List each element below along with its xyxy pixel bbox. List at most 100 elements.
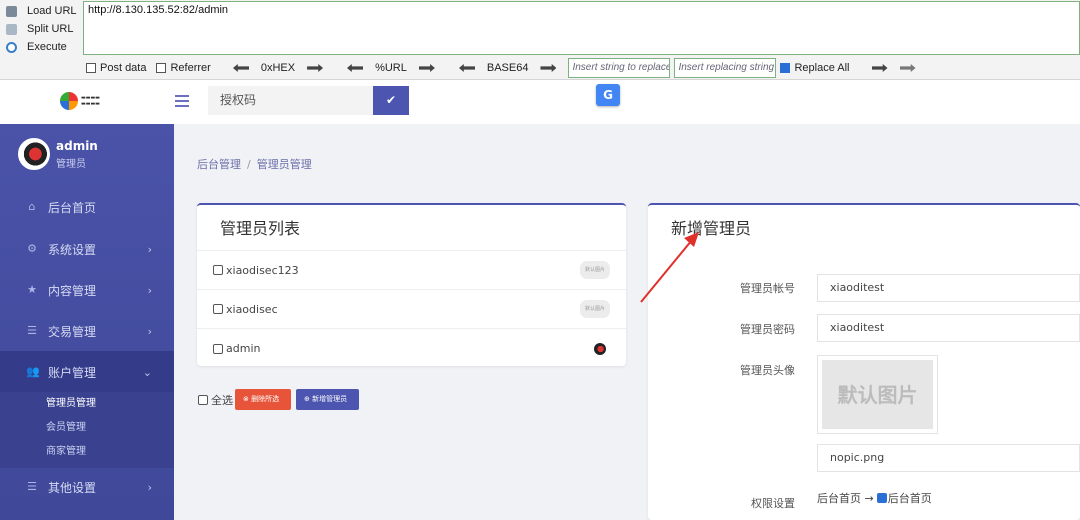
base64-decode-arrow-icon[interactable] (459, 64, 475, 72)
sidebar-item-system[interactable]: ⚙ 系统设置 › (0, 228, 174, 270)
chevron-right-icon: › (147, 480, 152, 494)
sidebar-item-label: 后台首页 (48, 200, 97, 215)
load-url-button[interactable]: Load URL (6, 2, 82, 20)
chevron-right-icon: › (147, 242, 152, 256)
table-row: admin (197, 329, 626, 368)
company-logo: ▬▬▬▬ ▬▬▬▬ (60, 92, 100, 110)
permission-item-label: 后台首页 (887, 492, 932, 505)
hackbar-options: Post data Referrer 0xHEX %URL BASE64 Ins… (86, 58, 928, 78)
account-field[interactable]: xiaoditest (817, 274, 1080, 302)
sidebar-subitem-admin[interactable]: 管理员管理 (0, 392, 174, 416)
replace-all-box[interactable] (780, 63, 791, 73)
replace-arrow-icon[interactable] (871, 64, 888, 72)
sidebar: admin 管理员 ⌂ 后台首页 ⚙ 系统设置 › ★ 内容管理 › ☰ 交易管… (0, 124, 174, 520)
replace-all-checkbox[interactable]: Replace All (780, 62, 850, 74)
admin-name: xiaodisec123 (226, 263, 299, 277)
replacing-string-input[interactable]: Insert replacing string (674, 58, 777, 78)
delete-selected-button[interactable]: ⊗ 删除所选 (235, 389, 291, 410)
sidebar-item-other[interactable]: ☰ 其他设置 › (0, 466, 174, 508)
breadcrumb-current: 管理员管理 (256, 158, 312, 171)
user-name: admin (56, 138, 98, 153)
row-checkbox[interactable] (213, 265, 223, 275)
split-url-button[interactable]: Split URL (6, 20, 82, 38)
execute-button[interactable]: Execute (6, 38, 82, 56)
referrer-checkbox[interactable]: Referrer (156, 62, 211, 74)
chevron-right-icon: › (147, 324, 152, 338)
select-all-box[interactable] (198, 395, 208, 405)
auth-code-input[interactable]: 授权码 (208, 86, 373, 115)
referrer-box[interactable] (156, 63, 167, 73)
sidebar-item-label: 账户管理 (48, 365, 97, 380)
base64-label: BASE64 (486, 62, 529, 74)
hackbar-actions: Load URL Split URL Execute (6, 2, 82, 56)
google-translate-icon[interactable]: G (596, 84, 620, 106)
user-role: 管理员 (56, 158, 86, 170)
avatar-preview[interactable]: 默认图片 (817, 355, 938, 434)
table-row: xiaodisec123 默认图片 (197, 251, 626, 290)
list-icon: ☰ (27, 480, 37, 493)
sidebar-item-label: 其他设置 (48, 480, 97, 495)
sidebar-item-account[interactable]: 👥 账户管理 ⌄ (0, 351, 174, 393)
base64-encode-arrow-icon[interactable] (540, 64, 557, 72)
hackbar-url-field[interactable]: http://8.130.135.52:82/admin (83, 1, 1080, 55)
admin-list-title: 管理员列表 (197, 205, 626, 251)
auth-submit-button[interactable]: ✔ (373, 86, 409, 115)
row-checkbox[interactable] (213, 304, 223, 314)
post-data-label: Post data (100, 62, 147, 74)
replace-back-arrow-icon[interactable] (899, 64, 916, 72)
app-header: ▬▬▬▬ ▬▬▬▬ 授权码 ✔ G (0, 80, 1080, 124)
breadcrumb: 后台管理 / 管理员管理 (197, 156, 312, 172)
sidebar-subitem-members[interactable]: 会员管理 (0, 416, 174, 440)
hex-encode-arrow-icon[interactable] (307, 64, 324, 72)
breadcrumb-separator: / (247, 158, 251, 171)
admin-thumb: 默认图片 (580, 261, 610, 279)
hackbar-toolbar: Load URL Split URL Execute http://8.130.… (0, 0, 1080, 80)
url-decode-arrow-icon[interactable] (347, 64, 363, 72)
permission-path: 后台首页 → (817, 492, 874, 505)
admin-thumb: 默认图片 (580, 300, 610, 318)
permission-options: 后台首页 → 后台首页 (817, 490, 932, 506)
referrer-label: Referrer (170, 62, 211, 74)
account-label: 管理员帐号 (740, 282, 795, 295)
sidebar-item-content[interactable]: ★ 内容管理 › (0, 269, 174, 311)
avatar (18, 138, 50, 170)
insert-string-input[interactable]: Insert string to replace (568, 58, 671, 78)
sidebar-subitem-merchants[interactable]: 商家管理 (0, 440, 174, 464)
table-row: xiaodisec 默认图片 (197, 290, 626, 329)
row-checkbox[interactable] (213, 343, 223, 354)
post-data-box[interactable] (86, 63, 96, 73)
avatar-file-field[interactable]: nopic.png (817, 444, 1080, 472)
admin-name: xiaodisec (226, 302, 278, 316)
password-label: 管理员密码 (740, 323, 795, 336)
admin-list-panel: 管理员列表 xiaodisec123 默认图片 xiaodisec 默认图片 a… (197, 203, 626, 366)
avatar-label: 管理员头像 (740, 364, 795, 377)
default-image-placeholder: 默认图片 (822, 360, 933, 429)
logo-text: ▬▬▬▬ ▬▬▬▬ (81, 95, 100, 107)
sidebar-item-dashboard[interactable]: ⌂ 后台首页 (0, 186, 174, 228)
sidebar-item-label: 系统设置 (48, 242, 97, 257)
user-profile: admin 管理员 (18, 138, 98, 170)
menu-toggle-icon[interactable] (175, 95, 189, 107)
url-encode-label: %URL (375, 62, 407, 74)
list-icon: ☰ (27, 324, 37, 337)
password-field[interactable]: xiaoditest (817, 314, 1080, 342)
split-url-label: Split URL (27, 23, 74, 35)
execute-icon (6, 41, 17, 53)
permission-checkbox[interactable] (876, 493, 887, 503)
select-all-label: 全选 (211, 394, 233, 407)
breadcrumb-root[interactable]: 后台管理 (197, 158, 241, 171)
admin-name: admin (226, 342, 261, 355)
split-url-icon (6, 23, 17, 35)
load-url-label: Load URL (27, 5, 77, 17)
hex-decode-arrow-icon[interactable] (233, 64, 249, 72)
hex-label: 0xHEX (260, 62, 296, 74)
add-admin-title: 新增管理员 (671, 219, 752, 238)
post-data-checkbox[interactable]: Post data (86, 62, 146, 74)
select-all-checkbox[interactable]: 全选 (198, 392, 233, 408)
sidebar-item-trade[interactable]: ☰ 交易管理 › (0, 310, 174, 352)
add-admin-button[interactable]: ⊕ 新增管理员 (296, 389, 359, 410)
url-encode-arrow-icon[interactable] (418, 64, 435, 72)
sidebar-item-label: 交易管理 (48, 324, 97, 339)
admin-avatar (594, 342, 606, 355)
gear-icon: ⚙ (27, 242, 37, 255)
